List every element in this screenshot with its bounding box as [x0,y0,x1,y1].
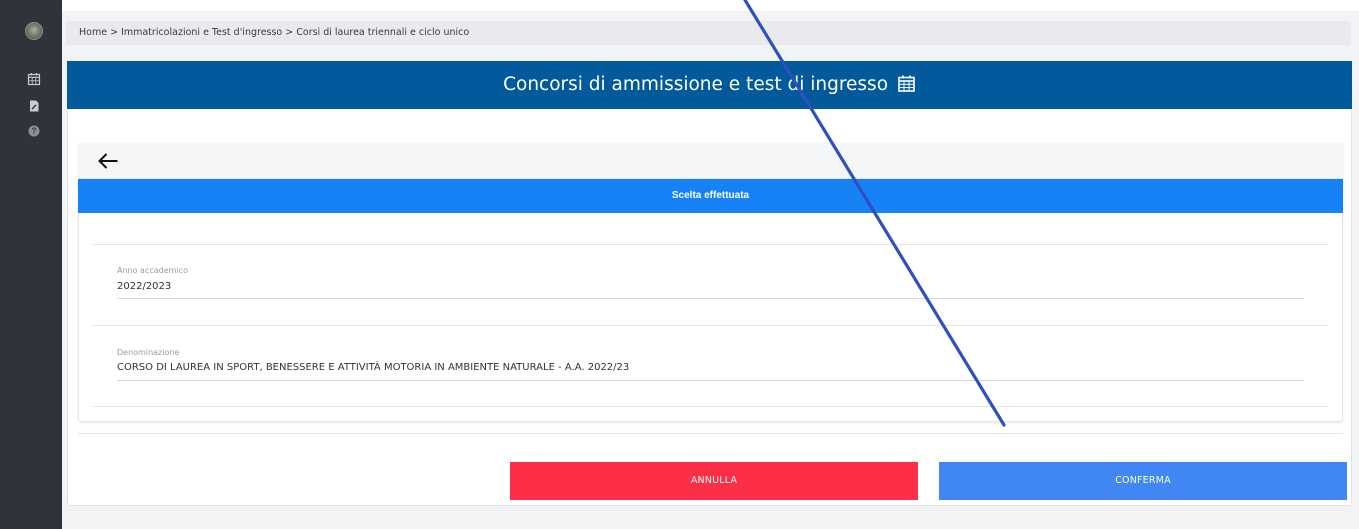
divider [93,325,1328,326]
divider [78,433,1343,434]
divider [93,406,1328,407]
field-value-denominazione: CORSO DI LAUREA IN SPORT, BENESSERE E AT… [117,362,630,373]
field-label-anno: Anno accademico [117,266,188,275]
svg-text:?: ? [32,127,37,136]
breadcrumb[interactable]: Home > Immatricolazioni e Test d'ingress… [66,21,1351,45]
document-icon[interactable] [27,99,41,113]
calendar-icon [898,75,915,92]
field-label-denominazione: Denominazione [117,348,180,357]
page-header: Concorsi di ammissione e test di ingress… [67,61,1352,109]
top-strip [62,0,1359,11]
cancel-button[interactable]: ANNULLA [510,462,918,500]
logo-icon[interactable] [25,22,43,40]
section-title: Scelta effettuata [78,179,1343,213]
field-underline [117,298,1304,299]
back-arrow-icon[interactable] [97,152,119,170]
field-underline [117,380,1304,381]
field-value-anno: 2022/2023 [117,281,172,292]
divider [93,244,1328,245]
help-icon[interactable]: ? [27,124,41,138]
calendar-icon[interactable] [27,72,41,86]
back-row [78,143,1343,179]
confirm-button[interactable]: CONFERMA [939,462,1347,500]
sidebar: ? [0,0,62,529]
page-title: Concorsi di ammissione e test di ingress… [503,74,889,95]
